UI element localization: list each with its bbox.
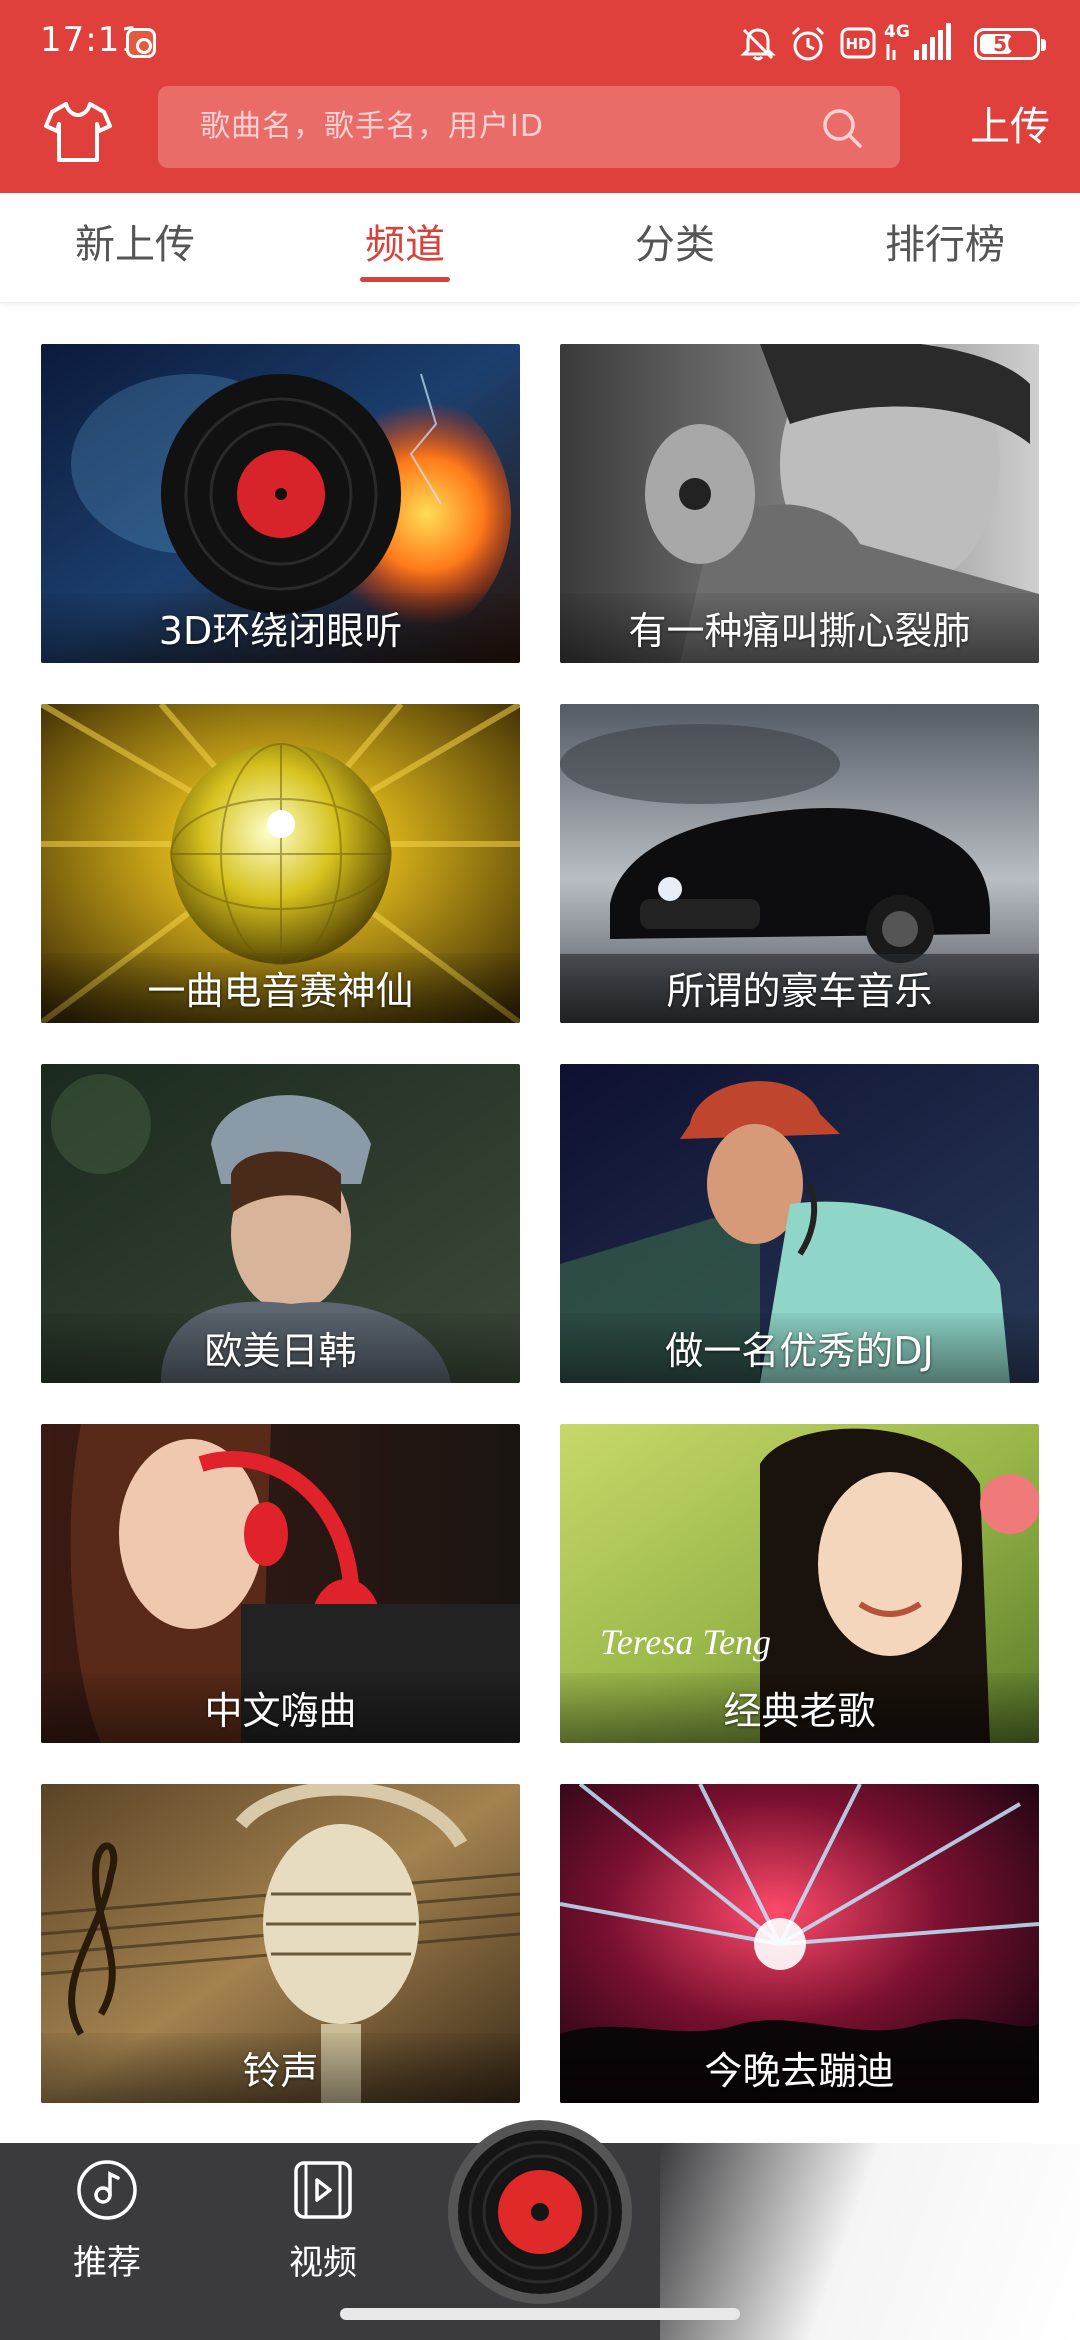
- app-notification-icon: [126, 28, 156, 58]
- channel-title: 一曲电音赛神仙: [147, 969, 414, 1013]
- nav-label: 推荐: [73, 2243, 141, 2283]
- channel-card-dj[interactable]: 做一名优秀的DJ: [560, 1064, 1039, 1383]
- channel-title: 经典老歌: [723, 1689, 876, 1733]
- tab-new-upload[interactable]: 新上传: [0, 193, 270, 303]
- hd-icon: HD: [840, 27, 876, 59]
- hd-label: HD: [845, 35, 870, 53]
- app-header: 17:11 HD 4G 56 歌曲名，歌手名，用户ID 上传: [0, 0, 1080, 193]
- bottom-nav-recommend[interactable]: 推荐: [42, 2157, 172, 2297]
- channel-card-edm[interactable]: 一曲电音赛神仙: [41, 704, 520, 1023]
- channel-title: 做一名优秀的DJ: [665, 1329, 934, 1373]
- channel-card-ringtone[interactable]: 铃声: [41, 1784, 520, 2103]
- channel-title: 铃声: [242, 2049, 319, 2093]
- channel-grid: 3D环绕闭眼听 有一种痛叫撕心裂肺 一曲电音赛神仙 所谓的豪车音乐 欧美日韩 做…: [0, 303, 1080, 2143]
- channel-title: 欧美日韩: [204, 1329, 357, 1373]
- tab-bar: 新上传 频道 分类 排行榜: [0, 193, 1080, 303]
- player-button[interactable]: [448, 2120, 632, 2304]
- tab-channel[interactable]: 频道: [270, 193, 540, 303]
- teresa-teng-label: Teresa Teng: [600, 1622, 771, 1662]
- active-tab-indicator: [360, 277, 450, 282]
- channel-card-heartbreak[interactable]: 有一种痛叫撕心裂肺: [560, 344, 1039, 663]
- battery-icon: 56: [974, 28, 1046, 60]
- channel-card-chinese-party[interactable]: 中文嗨曲: [41, 1424, 520, 1743]
- channel-card-luxury-car[interactable]: 所谓的豪车音乐: [560, 704, 1039, 1023]
- status-bar: 17:11 HD 4G 56: [0, 0, 1080, 82]
- channel-card-3d[interactable]: 3D环绕闭眼听: [41, 344, 520, 663]
- music-note-icon: [77, 2160, 137, 2220]
- video-icon: [294, 2161, 352, 2219]
- alarm-icon: [791, 26, 825, 61]
- home-indicator[interactable]: [340, 2308, 740, 2320]
- channel-card-classic[interactable]: Teresa Teng 经典老歌: [560, 1424, 1039, 1743]
- channel-title: 所谓的豪车音乐: [666, 969, 933, 1013]
- network-type: 4G: [884, 22, 910, 42]
- tab-category[interactable]: 分类: [540, 193, 810, 303]
- signal-4g-icon: 4G: [884, 22, 951, 60]
- search-input[interactable]: 歌曲名，歌手名，用户ID: [158, 86, 900, 168]
- channel-title: 有一种痛叫撕心裂肺: [628, 609, 971, 653]
- search-placeholder: 歌曲名，歌手名，用户ID: [200, 109, 544, 144]
- channel-title: 今晚去蹦迪: [704, 2049, 895, 2093]
- tshirt-icon[interactable]: [42, 96, 114, 168]
- mute-bell-icon: [740, 28, 776, 61]
- battery-level: 56: [993, 32, 1021, 56]
- top-nav: 歌曲名，歌手名，用户ID 上传: [0, 82, 1080, 193]
- search-icon[interactable]: [820, 106, 864, 150]
- tab-ranking[interactable]: 排行榜: [810, 193, 1080, 303]
- vinyl-record-icon: [458, 2130, 622, 2294]
- channel-card-club[interactable]: 今晚去蹦迪: [560, 1784, 1039, 2103]
- channel-title: 中文嗨曲: [204, 1689, 357, 1733]
- nav-label: 视频: [289, 2243, 357, 2283]
- channel-card-western[interactable]: 欧美日韩: [41, 1064, 520, 1383]
- upload-button[interactable]: 上传: [970, 86, 1050, 168]
- channel-title: 3D环绕闭眼听: [158, 609, 403, 653]
- bottom-nav-video[interactable]: 视频: [258, 2157, 388, 2297]
